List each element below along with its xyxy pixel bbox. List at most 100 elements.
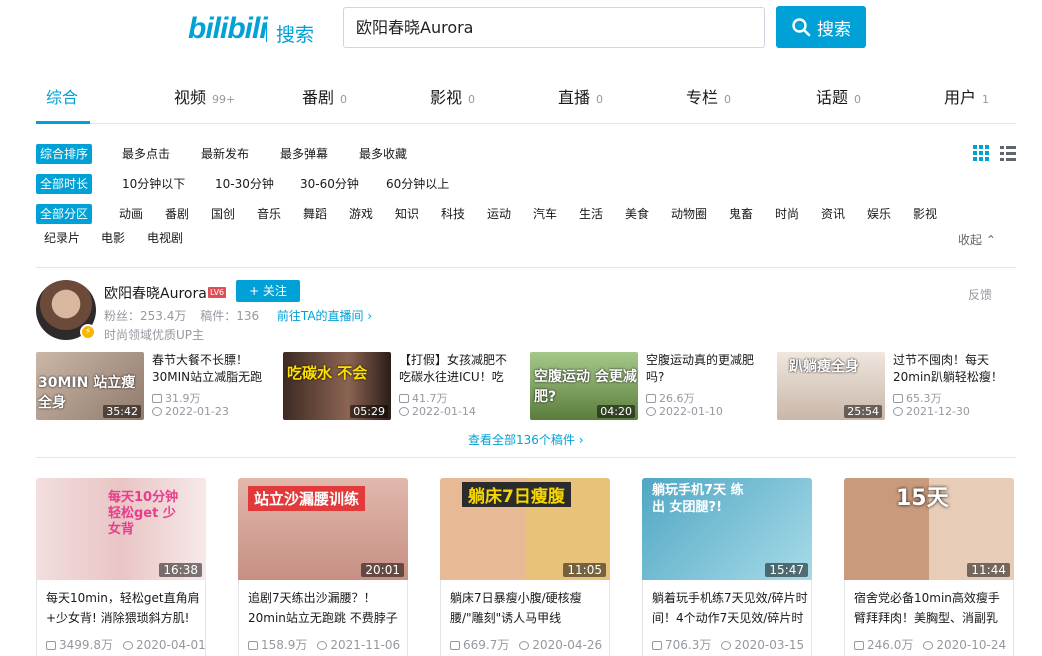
tab-video[interactable]: 视频 99+ bbox=[174, 84, 235, 108]
tab-film[interactable]: 影视 0 bbox=[430, 84, 475, 108]
filter-chip[interactable]: 运动 bbox=[487, 204, 511, 224]
filter-chip[interactable]: 10分钟以下 bbox=[122, 174, 185, 194]
tab-user[interactable]: 用户 1 bbox=[944, 84, 989, 108]
filter-chip[interactable]: 生活 bbox=[579, 204, 603, 224]
live-room-link[interactable]: 前往TA的直播间 › bbox=[277, 309, 372, 323]
search-button-label: 搜索 bbox=[817, 19, 851, 40]
filter-chip[interactable]: 动物圈 bbox=[671, 204, 707, 224]
filter-chip[interactable]: 音乐 bbox=[257, 204, 281, 224]
filter-chip[interactable]: 全部分区 bbox=[36, 204, 93, 224]
filter-chip[interactable]: 动画 bbox=[119, 204, 143, 224]
tab-all[interactable]: 综合 bbox=[46, 84, 78, 108]
views-meta: 31.9万 bbox=[152, 390, 201, 406]
video-card[interactable]: 站立沙漏腰训练 20:01 追剧7天练出沙漏腰？！20min站立无跑跳 不费脖子… bbox=[238, 478, 408, 656]
search-button[interactable]: 搜索 bbox=[776, 6, 866, 48]
filter-chip[interactable]: 鬼畜 bbox=[729, 204, 753, 224]
view-all-works-link[interactable]: 查看全部136个稿件 › bbox=[468, 431, 584, 448]
tab-label: 番剧 bbox=[302, 88, 335, 107]
filter-chip[interactable]: 最多点击 bbox=[122, 144, 170, 164]
search-input[interactable]: 欧阳春晓Aurora bbox=[343, 7, 765, 48]
mini-video-card[interactable]: 30MIN 站立瘦全身 35:42 春节大餐不长膘！30MIN站立减脂无跑跳..… bbox=[36, 352, 272, 422]
video-thumbnail[interactable]: 站立沙漏腰训练 20:01 bbox=[238, 478, 408, 580]
filter-chip[interactable]: 60分钟以上 bbox=[386, 174, 449, 194]
tab-topic[interactable]: 话题 0 bbox=[816, 84, 861, 108]
video-thumbnail[interactable]: 空腹运动 会更减肥? 04:20 bbox=[530, 352, 638, 420]
filter-chip[interactable]: 最新发布 bbox=[201, 144, 249, 164]
filter-chip[interactable]: 游戏 bbox=[349, 204, 373, 224]
video-thumbnail[interactable]: 躺玩手机7天 练出 女团腿?! 15:47 bbox=[642, 478, 812, 580]
video-thumbnail[interactable]: 躺床7日瘦腹 11:05 bbox=[440, 478, 610, 580]
filter-chip[interactable]: 时尚 bbox=[775, 204, 799, 224]
video-title[interactable]: 宿舍党必备10min高效瘦手臂拜拜肉！美胸型、消副乳 bbox=[854, 588, 1010, 628]
filter-chip[interactable]: 纪录片 bbox=[44, 228, 80, 248]
view-count: 26.6万 bbox=[659, 392, 695, 405]
feedback-link[interactable]: 反馈 bbox=[968, 286, 992, 303]
filter-chip[interactable]: 知识 bbox=[395, 204, 419, 224]
filter-chip[interactable]: 舞蹈 bbox=[303, 204, 327, 224]
filter-chip[interactable]: 综合排序 bbox=[36, 144, 93, 164]
follow-button[interactable]: + 关注 bbox=[236, 280, 300, 302]
tab-bangumi[interactable]: 番剧 0 bbox=[302, 84, 347, 108]
bilibili-logo[interactable]: bilibili bbox=[188, 12, 268, 46]
tab-count: 0 bbox=[854, 93, 862, 106]
play-icon bbox=[152, 394, 162, 403]
video-thumbnail[interactable]: 30MIN 站立瘦全身 35:42 bbox=[36, 352, 144, 420]
video-meta: 246.0万 2020-10-24 bbox=[854, 636, 1006, 653]
grid-view-icon[interactable] bbox=[972, 144, 990, 162]
tab-label: 话题 bbox=[816, 88, 849, 107]
filter-chip[interactable]: 最多弹幕 bbox=[280, 144, 328, 164]
video-thumbnail[interactable]: 每天10分钟 轻松get 少女背 16:38 bbox=[36, 478, 206, 580]
filter-chip[interactable]: 10-30分钟 bbox=[215, 174, 274, 194]
clock-icon bbox=[152, 407, 162, 416]
video-title[interactable]: 追剧7天练出沙漏腰？！20min站立无跑跳 不费脖子 bbox=[248, 588, 404, 628]
duration-label: 35:42 bbox=[103, 405, 141, 418]
logo-search-label: 搜索 bbox=[276, 24, 315, 46]
tab-article[interactable]: 专栏 0 bbox=[686, 84, 731, 108]
filter-chip[interactable]: 全部时长 bbox=[36, 174, 93, 194]
mini-video-card[interactable]: 趴躺瘦全身 25:54 过节不囤肉！每天20min趴躺轻松瘦！学... 65.3… bbox=[777, 352, 1013, 422]
verified-badge-icon: ⚡ bbox=[80, 324, 96, 340]
filter-chip[interactable]: 影视 bbox=[913, 204, 937, 224]
video-title[interactable]: 空腹运动真的更减肥吗? bbox=[646, 352, 764, 386]
list-view-icon[interactable] bbox=[999, 144, 1017, 162]
filter-chip[interactable]: 国创 bbox=[211, 204, 235, 224]
tab-count: 0 bbox=[596, 93, 604, 106]
filter-chip[interactable]: 娱乐 bbox=[867, 204, 891, 224]
video-thumbnail[interactable]: 趴躺瘦全身 25:54 bbox=[777, 352, 885, 420]
video-card[interactable]: 躺床7日瘦腹 11:05 躺床7日暴瘦小腹/硬核瘦腰/"雕刻"诱人马甲线 669… bbox=[440, 478, 610, 656]
video-card[interactable]: 躺玩手机7天 练出 女团腿?! 15:47 躺着玩手机练7天见效/碎片时间！4个… bbox=[642, 478, 812, 656]
duration-label: 11:05 bbox=[563, 563, 606, 577]
video-title[interactable]: 躺着玩手机练7天见效/碎片时间！4个动作7天见效/碎片时间 bbox=[652, 588, 808, 628]
clock-icon bbox=[893, 407, 903, 416]
filter-chip[interactable]: 电影 bbox=[101, 228, 125, 248]
filter-chip[interactable]: 番剧 bbox=[165, 204, 189, 224]
video-title[interactable]: 过节不囤肉！每天20min趴躺轻松瘦！学... bbox=[893, 352, 1011, 386]
video-meta: 158.9万 2021-11-06 bbox=[248, 636, 400, 653]
mini-video-card[interactable]: 空腹运动 会更减肥? 04:20 空腹运动真的更减肥吗? 26.6万 2022-… bbox=[530, 352, 766, 422]
up-name[interactable]: 欧阳春晓Aurora bbox=[104, 283, 207, 303]
video-card[interactable]: 每天10分钟 轻松get 少女背 16:38 每天10min，轻松get直角肩+… bbox=[36, 478, 206, 656]
thumbnail-caption: 每天10分钟 轻松get 少女背 bbox=[108, 490, 179, 537]
filter-chip[interactable]: 30-60分钟 bbox=[300, 174, 359, 194]
filter-chip[interactable]: 科技 bbox=[441, 204, 465, 224]
filter-chip[interactable]: 资讯 bbox=[821, 204, 845, 224]
video-title[interactable]: 春节大餐不长膘！30MIN站立减脂无跑跳... bbox=[152, 352, 270, 386]
clock-icon bbox=[721, 641, 732, 650]
filter-chip[interactable]: 电视剧 bbox=[147, 228, 183, 248]
video-title[interactable]: 【打假】女孩减肥不吃碳水往进ICU！吃碳... bbox=[399, 352, 517, 386]
works-count: 稿件：136 bbox=[200, 309, 260, 323]
video-title[interactable]: 每天10min，轻松get直角肩+少女背! 消除猥琐斜方肌! bbox=[46, 588, 202, 628]
thumbnail-caption: 躺玩手机7天 练出 女团腿?! bbox=[652, 483, 744, 515]
video-thumbnail[interactable]: 15天 11:44 bbox=[844, 478, 1014, 580]
video-thumbnail[interactable]: 吃碳水 不会 05:29 bbox=[283, 352, 391, 420]
mini-video-card[interactable]: 吃碳水 不会 05:29 【打假】女孩减肥不吃碳水往进ICU！吃碳... 41.… bbox=[283, 352, 519, 422]
collapse-filters-button[interactable]: 收起 ⌃ bbox=[958, 231, 996, 248]
video-title[interactable]: 躺床7日暴瘦小腹/硬核瘦腰/"雕刻"诱人马甲线 bbox=[450, 588, 606, 628]
duration-label: 05:29 bbox=[350, 405, 388, 418]
video-card[interactable]: 15天 11:44 宿舍党必备10min高效瘦手臂拜拜肉！美胸型、消副乳 246… bbox=[844, 478, 1014, 656]
filter-chip[interactable]: 汽车 bbox=[533, 204, 557, 224]
filter-chip[interactable]: 美食 bbox=[625, 204, 649, 224]
view-count: 246.0万 bbox=[867, 638, 914, 652]
filter-chip[interactable]: 最多收藏 bbox=[359, 144, 407, 164]
tab-live[interactable]: 直播 0 bbox=[558, 84, 603, 108]
